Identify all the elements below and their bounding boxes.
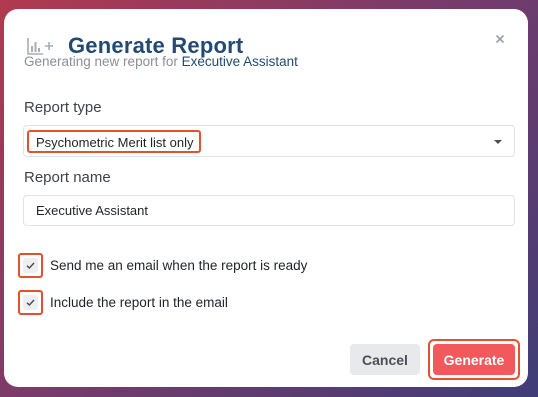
include-report-row[interactable]: Include the report in the email [18,290,228,315]
email-when-ready-row[interactable]: Send me an email when the report is read… [18,253,307,278]
subtitle-role: Executive Assistant [181,54,298,69]
report-type-select[interactable]: Psychometric Merit list only [23,125,515,157]
chevron-down-icon [494,140,502,144]
report-type-selected-value: Psychometric Merit list only [27,130,202,153]
include-report-checkbox[interactable] [18,290,43,315]
dialog-subtitle: Generating new report for Executive Assi… [24,54,298,69]
report-name-input[interactable] [23,195,515,226]
checkmark-icon [26,262,35,270]
generate-button-focus-ring: Generate [428,339,520,380]
email-when-ready-checkbox[interactable] [18,253,43,278]
report-name-label: Report name [24,169,111,186]
report-type-label: Report type [24,99,102,116]
close-icon[interactable] [492,31,508,47]
generate-report-dialog: Generate Report Generating new report fo… [4,9,528,387]
generate-button[interactable]: Generate [433,344,515,375]
include-report-label: Include the report in the email [50,295,228,310]
checkmark-icon [26,299,35,307]
subtitle-prefix: Generating new report for [24,54,178,69]
email-when-ready-label: Send me an email when the report is read… [50,258,308,273]
cancel-button[interactable]: Cancel [350,344,420,375]
